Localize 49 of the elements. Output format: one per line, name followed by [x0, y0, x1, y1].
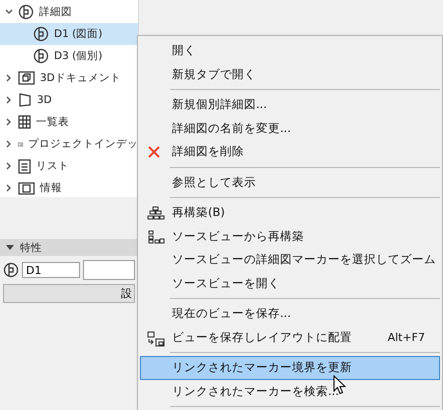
tree-item[interactable]: 一覧表 — [0, 111, 138, 133]
expand-chevron-icon[interactable] — [5, 140, 13, 148]
tree-item[interactable]: 3Dドキュメント — [0, 67, 138, 89]
menu-item[interactable]: ソースビューを開く — [140, 272, 440, 295]
properties-header[interactable]: 特性 — [0, 239, 138, 256]
detail-view-icon — [33, 26, 49, 42]
detail-view-icon — [3, 262, 19, 278]
collapse-triangle-icon[interactable] — [6, 244, 14, 250]
mouse-pointer-icon — [333, 375, 346, 395]
list-icon — [18, 158, 31, 174]
blocks-icon — [147, 230, 165, 244]
title-field[interactable] — [83, 260, 135, 280]
menu-item[interactable]: ソースビューから再構築 — [140, 224, 440, 248]
view-to-layout-icon — [147, 330, 165, 346]
tree-item[interactable]: 3D — [0, 89, 138, 111]
menu-item[interactable]: 開く — [140, 39, 440, 62]
info-sheet-icon — [18, 182, 35, 194]
menu-item[interactable]: 再構築(B) — [140, 201, 440, 224]
collapse-chevron-icon[interactable] — [5, 8, 13, 16]
detail-view-icon — [33, 48, 49, 64]
tree-item[interactable]: リスト — [0, 155, 138, 177]
bricks-icon — [147, 206, 165, 221]
menu-item[interactable]: リンクされたマーカーを検索... — [140, 380, 440, 403]
expand-chevron-icon[interactable] — [5, 162, 13, 170]
menu-item[interactable]: 現在のビューを保存... — [140, 302, 440, 326]
tree-item[interactable]: 詳細図 — [0, 1, 138, 23]
menu-item[interactable]: ソースビューの詳細図マーカーを選択してズーム — [140, 248, 440, 272]
expand-chevron-icon[interactable] — [5, 96, 13, 104]
detail-view-icon — [18, 4, 34, 20]
expand-chevron-icon[interactable] — [5, 74, 13, 82]
menu-item[interactable]: ビューを保存しレイアウトに配置 Alt+F7 — [140, 326, 440, 349]
tree-item[interactable]: D3 (個別) — [0, 45, 138, 67]
box-icon — [18, 92, 32, 108]
expand-chevron-icon[interactable] — [5, 118, 13, 126]
table-grid-icon — [18, 115, 31, 129]
tree-item[interactable]: プロジェクトインデッ — [0, 133, 138, 155]
menu-item[interactable]: 詳細図を削除 — [140, 140, 440, 164]
document-cube-icon — [18, 71, 35, 85]
tree-item[interactable]: D1 (図面) — [0, 23, 138, 45]
menu-item[interactable]: 詳細図の名前を変更... — [140, 116, 440, 140]
menu-item[interactable]: リンクされたマーカー境界を更新 — [140, 356, 440, 380]
menu-item[interactable]: 参照として表示 — [140, 170, 440, 194]
menu-item[interactable]: 新規個別詳細図... — [140, 93, 440, 116]
settings-button[interactable]: 設 — [3, 284, 135, 303]
expand-chevron-icon[interactable] — [5, 184, 13, 192]
name-field[interactable]: D1 — [22, 262, 80, 278]
menu-item[interactable]: 新規タブで開く — [140, 62, 440, 86]
tree-item[interactable]: 情報 — [0, 177, 138, 199]
delete-x-icon — [147, 145, 161, 159]
